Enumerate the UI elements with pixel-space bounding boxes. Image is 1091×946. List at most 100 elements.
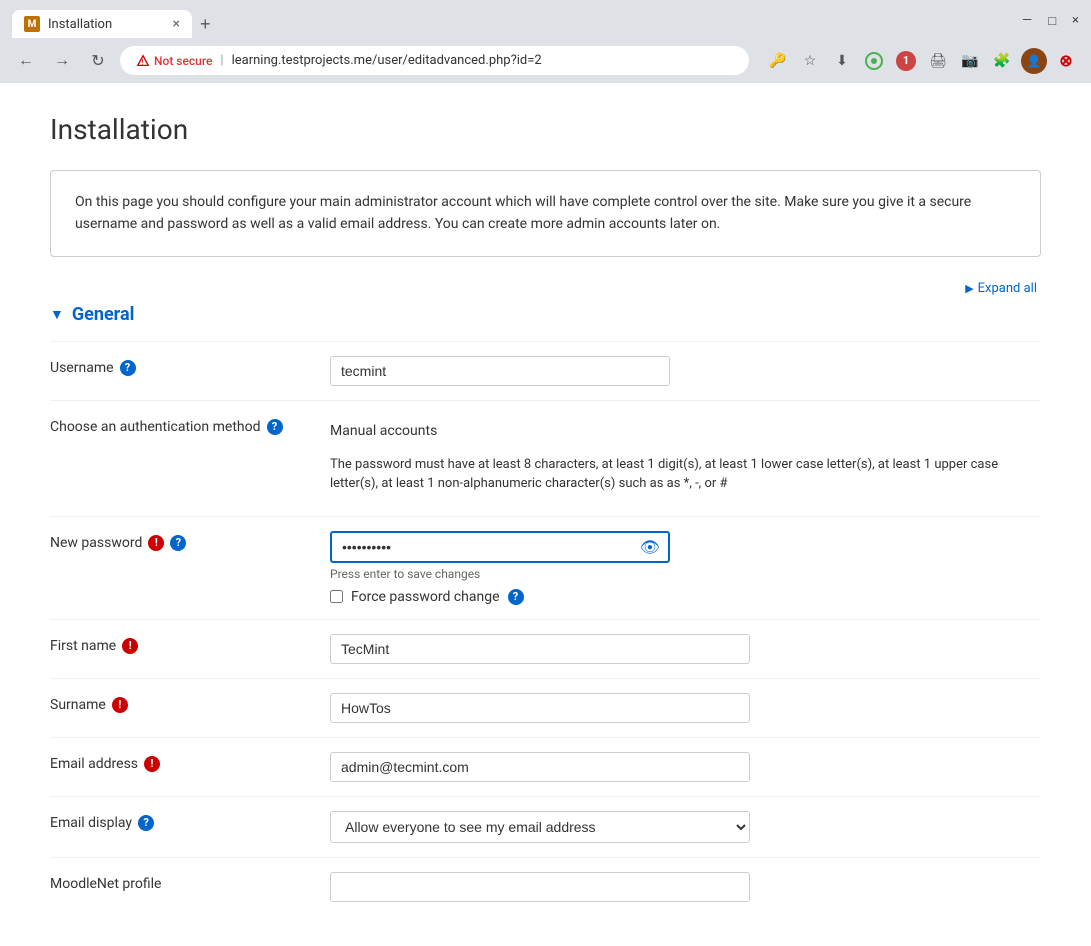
minimize-button[interactable]: — bbox=[1022, 13, 1032, 29]
new-password-row: New password ! ? 👁 Press enter to save c… bbox=[50, 516, 1041, 619]
camera-icon[interactable]: 📷 bbox=[957, 48, 983, 74]
browser-tab[interactable]: M Installation × bbox=[12, 10, 192, 38]
moodlenet-input[interactable] bbox=[330, 872, 750, 902]
firstname-required-icon: ! bbox=[122, 638, 138, 654]
extensions-icon[interactable]: 1 bbox=[893, 48, 919, 74]
email-label-cell: Email address ! bbox=[50, 748, 330, 780]
browser-toolbar: ← → ↻ ! Not secure | learning.testprojec… bbox=[0, 40, 1091, 83]
auth-help-icon[interactable]: ? bbox=[267, 419, 283, 435]
maximize-button[interactable]: □ bbox=[1048, 13, 1056, 29]
key-icon[interactable]: 🔑 bbox=[765, 48, 791, 74]
force-password-row: Force password change ? bbox=[330, 589, 1041, 605]
moodlenet-label: MoodleNet profile bbox=[50, 876, 161, 892]
moodlenet-row: MoodleNet profile bbox=[50, 857, 1041, 916]
expand-all-link[interactable]: ▶ Expand all bbox=[965, 281, 1037, 296]
download-icon[interactable]: ⬇ bbox=[829, 48, 855, 74]
tab-close-button[interactable]: × bbox=[173, 16, 180, 32]
moodlenet-label-cell: MoodleNet profile bbox=[50, 868, 330, 900]
firstname-input-cell bbox=[330, 630, 1041, 668]
surname-label-cell: Surname ! bbox=[50, 689, 330, 721]
email-input[interactable] bbox=[330, 752, 750, 782]
new-password-label: New password bbox=[50, 535, 142, 551]
email-display-select[interactable]: Allow everyone to see my email address A… bbox=[330, 811, 750, 843]
general-section-header[interactable]: ▼ General bbox=[50, 304, 1041, 325]
surname-required-icon: ! bbox=[112, 697, 128, 713]
username-row: Username ? bbox=[50, 341, 1041, 400]
back-button[interactable]: ← bbox=[12, 47, 40, 75]
firstname-label: First name bbox=[50, 638, 116, 654]
new-password-input[interactable] bbox=[330, 531, 670, 563]
expand-all-label: Expand all bbox=[978, 281, 1037, 296]
username-input[interactable] bbox=[330, 356, 670, 386]
refresh-button[interactable]: ↻ bbox=[84, 47, 112, 75]
puzzle-icon[interactable]: 🧩 bbox=[989, 48, 1015, 74]
password-rules: The password must have at least 8 charac… bbox=[330, 447, 1041, 502]
username-label: Username bbox=[50, 360, 114, 376]
firstname-input[interactable] bbox=[330, 634, 750, 664]
info-text: On this page you should configure your m… bbox=[75, 194, 971, 232]
window-controls: — □ × bbox=[1022, 13, 1079, 35]
print-icon[interactable]: 🖨 bbox=[925, 48, 951, 74]
svg-text:!: ! bbox=[142, 58, 144, 66]
force-password-checkbox[interactable] bbox=[330, 590, 343, 603]
extensions-badge: 1 bbox=[896, 51, 916, 71]
auth-value-cell: Manual accounts The password must have a… bbox=[330, 411, 1041, 506]
profile-avatar[interactable]: 👤 bbox=[1021, 48, 1047, 74]
browser-titlebar: M Installation × + — □ × bbox=[0, 0, 1091, 40]
address-bar[interactable]: ! Not secure | learning.testprojects.me/… bbox=[120, 46, 749, 75]
new-password-label-cell: New password ! ? bbox=[50, 527, 330, 559]
username-help-icon[interactable]: ? bbox=[120, 360, 136, 376]
email-input-cell bbox=[330, 748, 1041, 786]
firstname-label-cell: First name ! bbox=[50, 630, 330, 662]
toggle-password-icon[interactable]: 👁 bbox=[640, 537, 660, 556]
page-title: Installation bbox=[50, 113, 1041, 146]
warning-icon: ! bbox=[136, 54, 150, 68]
username-input-cell bbox=[330, 352, 1041, 390]
email-required-icon: ! bbox=[144, 756, 160, 772]
new-tab-button[interactable]: + bbox=[192, 10, 219, 39]
surname-input[interactable] bbox=[330, 693, 750, 723]
info-box: On this page you should configure your m… bbox=[50, 170, 1041, 257]
security-warning: ! Not secure bbox=[136, 54, 212, 68]
email-display-row: Email display ? Allow everyone to see my… bbox=[50, 796, 1041, 857]
surname-label: Surname bbox=[50, 697, 106, 713]
forward-button[interactable]: → bbox=[48, 47, 76, 75]
email-label: Email address bbox=[50, 756, 138, 772]
expand-all-row: ▶ Expand all bbox=[50, 281, 1041, 296]
email-display-input-cell: Allow everyone to see my email address A… bbox=[330, 807, 1041, 847]
expand-arrow-icon: ▶ bbox=[965, 282, 973, 295]
required-icon: ! bbox=[148, 535, 164, 551]
warning-circle-icon[interactable]: ⊗ bbox=[1053, 48, 1079, 74]
new-password-input-cell: 👁 Press enter to save changes Force pass… bbox=[330, 527, 1041, 609]
email-display-help-icon[interactable]: ? bbox=[138, 815, 154, 831]
email-row: Email address ! bbox=[50, 737, 1041, 796]
press-enter-hint: Press enter to save changes bbox=[330, 567, 1041, 581]
email-display-label-cell: Email display ? bbox=[50, 807, 330, 839]
surname-row: Surname ! bbox=[50, 678, 1041, 737]
not-secure-label: Not secure bbox=[154, 54, 212, 68]
tab-favicon: M bbox=[24, 16, 40, 32]
chrome-icon[interactable] bbox=[861, 48, 887, 74]
address-url: learning.testprojects.me/user/editadvanc… bbox=[232, 53, 542, 68]
auth-label-cell: Choose an authentication method ? bbox=[50, 411, 330, 443]
auth-label: Choose an authentication method bbox=[50, 419, 261, 435]
section-collapse-icon: ▼ bbox=[50, 306, 64, 323]
tab-title: Installation bbox=[48, 17, 112, 32]
surname-input-cell bbox=[330, 689, 1041, 727]
toolbar-icons: 🔑 ☆ ⬇ 1 🖨 📷 🧩 👤 ⊗ bbox=[765, 48, 1079, 74]
page-content: Installation On this page you should con… bbox=[0, 83, 1091, 946]
section-title: General bbox=[72, 304, 135, 325]
force-password-label: Force password change bbox=[351, 589, 500, 605]
password-wrapper: 👁 bbox=[330, 531, 670, 563]
force-password-help-icon[interactable]: ? bbox=[508, 589, 524, 605]
browser-window: M Installation × + — □ × ← → ↻ ! Not sec… bbox=[0, 0, 1091, 946]
star-icon[interactable]: ☆ bbox=[797, 48, 823, 74]
moodlenet-input-cell bbox=[330, 868, 1041, 906]
auth-method-row: Choose an authentication method ? Manual… bbox=[50, 400, 1041, 516]
username-label-cell: Username ? bbox=[50, 352, 330, 384]
new-password-help-icon[interactable]: ? bbox=[170, 535, 186, 551]
email-display-label: Email display bbox=[50, 815, 132, 831]
auth-value: Manual accounts bbox=[330, 415, 1041, 447]
close-button[interactable]: × bbox=[1072, 13, 1079, 29]
firstname-row: First name ! bbox=[50, 619, 1041, 678]
